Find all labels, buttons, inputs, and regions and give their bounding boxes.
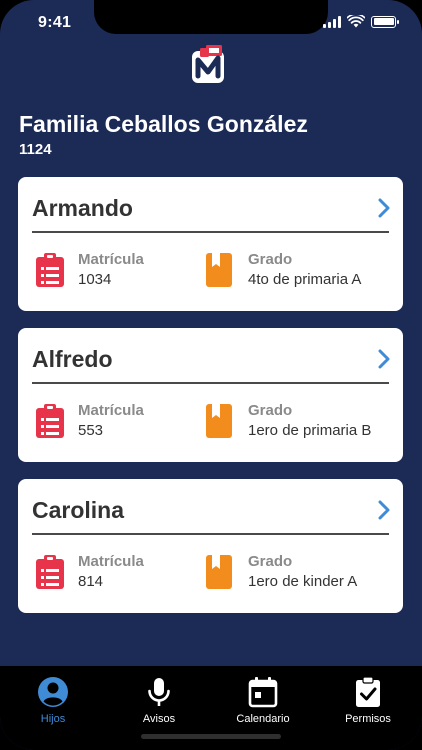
cellular-signal-icon	[323, 15, 341, 28]
matricula-info: Matrícula 814	[36, 553, 144, 591]
matricula-label: Matrícula	[78, 251, 144, 268]
tab-avisos[interactable]: Avisos	[114, 676, 204, 725]
matricula-value: 553	[78, 422, 104, 439]
chevron-right-icon[interactable]	[377, 197, 391, 219]
grado-label: Grado	[248, 553, 293, 570]
device-notch	[94, 0, 328, 34]
person-circle-icon	[38, 677, 68, 707]
tab-hijos[interactable]: Hijos	[8, 676, 98, 725]
app-screen: 9:41 Familia Ceballos González 1124 Arma…	[0, 0, 422, 750]
child-card-alfredo[interactable]: Alfredo Matrícula 553 Grado 1ero de prim…	[18, 328, 403, 462]
child-name: Armando	[32, 195, 133, 221]
tab-label: Calendario	[236, 713, 290, 725]
tab-label: Hijos	[40, 713, 66, 725]
matricula-info: Matrícula 1034	[36, 251, 144, 289]
clipboard-list-icon	[36, 253, 64, 287]
grado-label: Grado	[248, 251, 293, 268]
card-divider	[32, 382, 389, 384]
matricula-value: 814	[78, 573, 104, 590]
grado-value: 4to de primaria A	[248, 271, 362, 288]
tab-bar: Hijos Avisos Calendario Permisos	[0, 666, 422, 750]
card-divider	[32, 533, 389, 535]
tab-calendario[interactable]: Calendario	[218, 676, 308, 725]
microphone-icon	[148, 678, 170, 706]
tab-label: Permisos	[345, 713, 391, 725]
child-name: Carolina	[32, 497, 125, 523]
clipboard-check-icon	[356, 676, 380, 707]
wifi-icon	[347, 15, 365, 28]
grado-info: Grado 1ero de primaria B	[206, 402, 371, 440]
family-id: 1124	[19, 141, 52, 158]
family-name: Familia Ceballos González	[19, 111, 308, 137]
calendar-icon	[248, 677, 278, 708]
matricula-label: Matrícula	[78, 553, 144, 570]
grado-label: Grado	[248, 402, 293, 419]
app-logo	[192, 45, 224, 83]
matricula-info: Matrícula 553	[36, 402, 144, 440]
child-card-carolina[interactable]: Carolina Matrícula 814 Grado 1ero de kin…	[18, 479, 403, 613]
matricula-label: Matrícula	[78, 402, 144, 419]
status-icons	[323, 15, 399, 28]
tab-label: Avisos	[142, 713, 176, 725]
tab-permisos[interactable]: Permisos	[323, 676, 413, 725]
child-card-armando[interactable]: Armando Matrícula 1034 Grado 4to de prim…	[18, 177, 403, 311]
card-divider	[32, 231, 389, 233]
chevron-right-icon[interactable]	[377, 348, 391, 370]
book-icon	[206, 404, 232, 438]
book-icon	[206, 555, 232, 589]
grado-value: 1ero de primaria B	[248, 422, 372, 439]
child-name: Alfredo	[32, 346, 113, 372]
status-time: 9:41	[38, 14, 72, 31]
grado-value: 1ero de kinder A	[248, 573, 358, 590]
home-indicator[interactable]	[141, 734, 281, 739]
clipboard-list-icon	[36, 404, 64, 438]
grado-info: Grado 4to de primaria A	[206, 251, 361, 289]
book-icon	[206, 253, 232, 287]
clipboard-list-icon	[36, 555, 64, 589]
chevron-right-icon[interactable]	[377, 499, 391, 521]
grado-info: Grado 1ero de kinder A	[206, 553, 357, 591]
matricula-value: 1034	[78, 271, 112, 288]
status-bar: 9:41	[0, 0, 422, 44]
battery-icon	[371, 15, 399, 28]
